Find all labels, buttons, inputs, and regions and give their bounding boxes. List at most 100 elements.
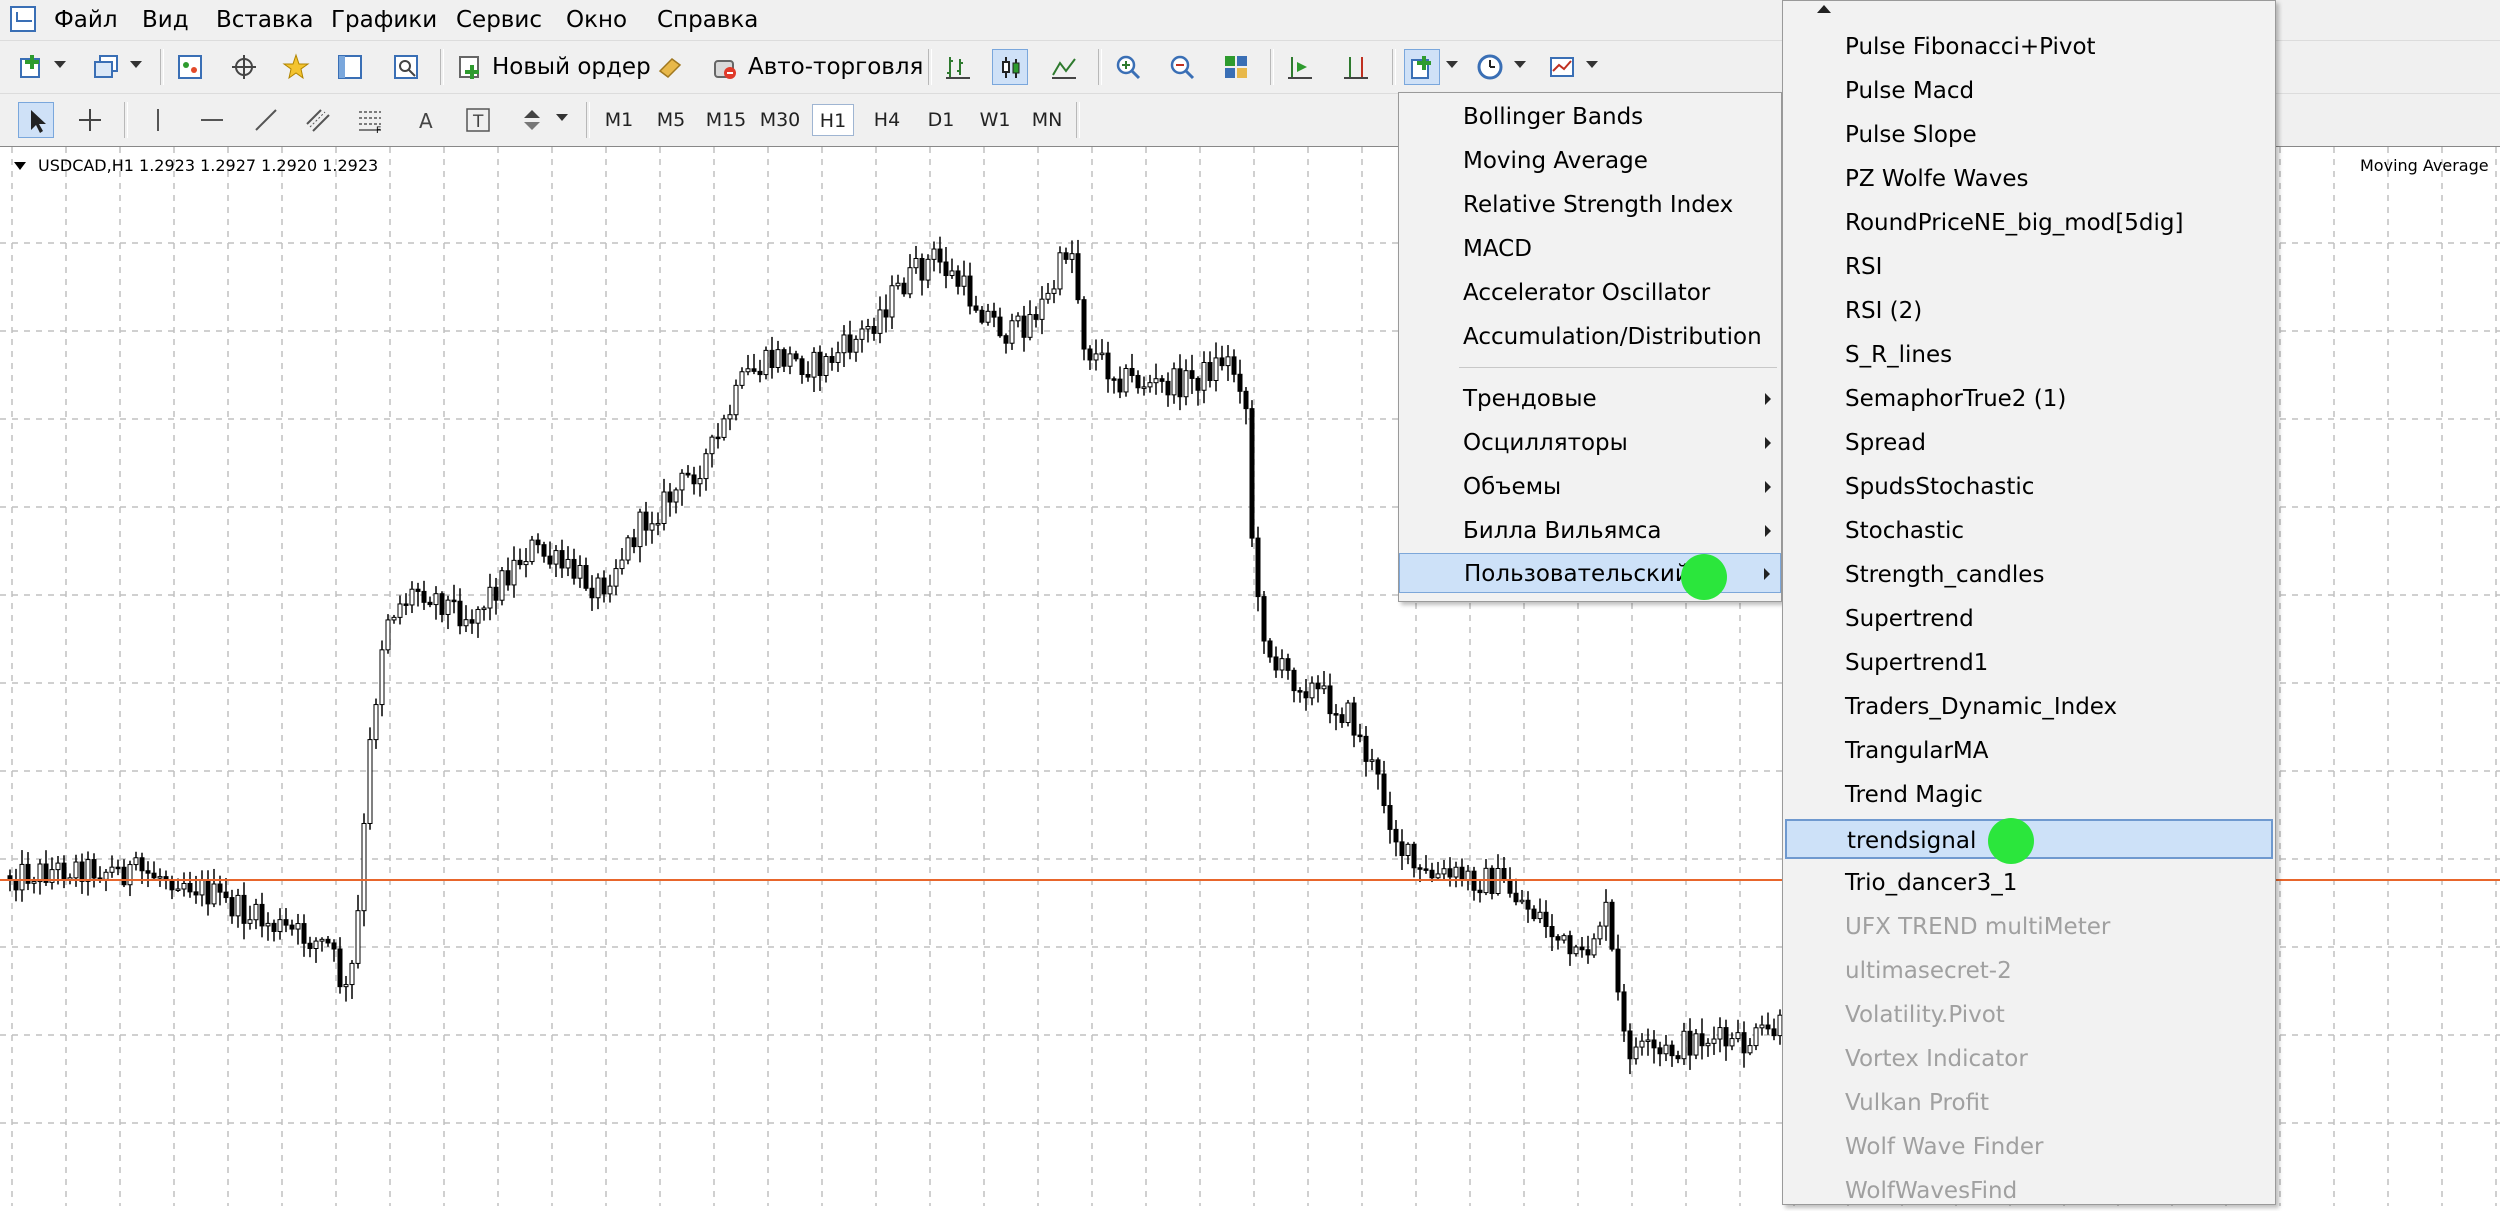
custom-indicator-item[interactable]: Supertrend — [1785, 599, 2273, 639]
custom-indicator-item[interactable]: RSI — [1785, 247, 2273, 287]
trend-line-button[interactable] — [248, 102, 284, 138]
category-bill-williams[interactable]: Билла Вильямса — [1399, 511, 1781, 551]
timeframe-mn[interactable]: MN — [1024, 104, 1070, 136]
custom-indicator-item[interactable]: RoundPriceNE_big_mod[5dig] — [1785, 203, 2273, 243]
candle-body — [133, 857, 139, 866]
timeframe-w1[interactable]: W1 — [974, 104, 1016, 136]
new-order-label[interactable]: Новый ордер — [492, 51, 651, 83]
equidistant-channel-button[interactable] — [300, 102, 336, 138]
indicator-accelerator-oscillator[interactable]: Accelerator Oscillator — [1399, 273, 1781, 313]
auto-trading-label[interactable]: Авто-торговля — [748, 51, 923, 83]
menu-file[interactable]: Файл — [50, 4, 122, 36]
custom-indicator-item[interactable]: Traders_Dynamic_Index — [1785, 687, 2273, 727]
cursor-button[interactable] — [18, 102, 54, 138]
custom-indicator-item[interactable]: ultimasecret-2 — [1785, 951, 2273, 991]
horizontal-line-button[interactable] — [194, 102, 230, 138]
category-oscillators[interactable]: Осцилляторы — [1399, 423, 1781, 463]
custom-indicator-item[interactable]: Vortex Indicator — [1785, 1039, 2273, 1079]
custom-indicator-item[interactable]: S_R_lines — [1785, 335, 2273, 375]
scroll-up-arrow-icon[interactable] — [1783, 1, 2275, 23]
menu-tools[interactable]: Сервис — [452, 4, 546, 36]
custom-indicator-item[interactable]: Trio_dancer3_1 — [1785, 863, 2273, 903]
auto-trading-button[interactable] — [706, 49, 742, 85]
templates-button[interactable] — [1544, 49, 1580, 85]
custom-indicator-item[interactable]: Wolf Wave Finder — [1785, 1127, 2273, 1167]
periods-button[interactable] — [1472, 49, 1508, 85]
app-chart-icon[interactable] — [10, 6, 36, 32]
text-button[interactable]: A — [408, 102, 444, 138]
category-volumes[interactable]: Объемы — [1399, 467, 1781, 507]
menu-window[interactable]: Окно — [562, 4, 631, 36]
fibonacci-button[interactable]: F — [352, 102, 388, 138]
zoom-out-icon — [1170, 55, 1195, 80]
chart-shift-button[interactable] — [1338, 49, 1374, 85]
new-order-button[interactable] — [452, 49, 488, 85]
indicator-rsi[interactable]: Relative Strength Index — [1399, 185, 1781, 225]
indicator-accumulation-distribution[interactable]: Accumulation/Distribution — [1399, 317, 1781, 357]
data-window-button[interactable] — [226, 49, 262, 85]
navigator-button[interactable] — [278, 49, 314, 85]
timeframe-h1[interactable]: H1 — [812, 104, 854, 136]
custom-indicator-item[interactable]: Trend Magic — [1785, 775, 2273, 815]
custom-indicator-item[interactable]: RSI (2) — [1785, 291, 2273, 331]
custom-indicator-item[interactable]: SpudsStochastic — [1785, 467, 2273, 507]
arrows-dropdown-icon[interactable] — [556, 114, 568, 121]
custom-indicator-item[interactable]: Vulkan Profit — [1785, 1083, 2273, 1123]
candle-body — [1057, 252, 1063, 290]
custom-indicator-item[interactable]: Pulse Slope — [1785, 115, 2273, 155]
templates-dropdown-icon[interactable] — [1586, 61, 1598, 68]
line-chart-button[interactable] — [1046, 49, 1082, 85]
indicator-moving-average[interactable]: Moving Average — [1399, 141, 1781, 181]
chart-collapse-arrow-icon[interactable] — [14, 162, 26, 170]
tile-windows-button[interactable] — [1218, 49, 1254, 85]
indicator-macd[interactable]: MACD — [1399, 229, 1781, 269]
indicators-button[interactable] — [1404, 49, 1440, 85]
new-chart-dropdown-icon[interactable] — [54, 61, 66, 68]
candle-body — [709, 436, 715, 455]
timeframe-m1[interactable]: M1 — [598, 104, 640, 136]
text-label-button[interactable]: T — [460, 102, 496, 138]
menu-view[interactable]: Вид — [138, 4, 193, 36]
custom-indicator-item[interactable]: Pulse Fibonacci+Pivot — [1785, 27, 2273, 67]
category-trend[interactable]: Трендовые — [1399, 379, 1781, 419]
meta-editor-button[interactable] — [652, 49, 688, 85]
candlestick-chart-button[interactable] — [992, 49, 1028, 85]
profiles-dropdown-icon[interactable] — [130, 61, 142, 68]
bar-chart-button[interactable] — [940, 49, 976, 85]
zoom-out-button[interactable] — [1164, 49, 1200, 85]
indicator-bollinger-bands[interactable]: Bollinger Bands — [1399, 97, 1781, 137]
timeframe-d1[interactable]: D1 — [920, 104, 962, 136]
custom-indicator-item[interactable]: Volatility.Pivot — [1785, 995, 2273, 1035]
custom-indicator-item[interactable]: PZ Wolfe Waves — [1785, 159, 2273, 199]
timeframe-m30[interactable]: M30 — [754, 104, 806, 136]
candle-body — [1651, 1039, 1657, 1049]
custom-indicator-item[interactable]: SemaphorTrue2 (1) — [1785, 379, 2273, 419]
crosshair-button[interactable] — [72, 102, 108, 138]
custom-indicator-item[interactable]: Stochastic — [1785, 511, 2273, 551]
timeframe-m15[interactable]: M15 — [700, 104, 752, 136]
zoom-in-button[interactable] — [1110, 49, 1146, 85]
strategy-tester-button[interactable] — [388, 49, 424, 85]
menu-help[interactable]: Справка — [653, 4, 762, 36]
custom-indicator-item[interactable]: WolfWavesFind — [1785, 1171, 2273, 1211]
terminal-button[interactable] — [332, 49, 368, 85]
menu-charts[interactable]: Графики — [327, 4, 441, 36]
custom-indicator-item[interactable]: UFX TREND multiMeter — [1785, 907, 2273, 947]
custom-indicator-item[interactable]: Strength_candles — [1785, 555, 2273, 595]
arrows-button[interactable] — [514, 102, 550, 138]
menu-insert[interactable]: Вставка — [212, 4, 317, 36]
custom-indicator-item[interactable]: Pulse Macd — [1785, 71, 2273, 111]
auto-scroll-button[interactable] — [1282, 49, 1318, 85]
custom-indicator-item[interactable]: Supertrend1 — [1785, 643, 2273, 683]
candle-body — [811, 351, 817, 378]
indicators-dropdown-icon[interactable] — [1446, 61, 1458, 68]
custom-indicator-item[interactable]: TrangularMA — [1785, 731, 2273, 771]
market-watch-button[interactable] — [172, 49, 208, 85]
new-chart-button[interactable] — [14, 49, 50, 85]
profiles-button[interactable] — [88, 49, 124, 85]
timeframe-m5[interactable]: M5 — [650, 104, 692, 136]
periods-dropdown-icon[interactable] — [1514, 61, 1526, 68]
vertical-line-button[interactable] — [140, 102, 176, 138]
custom-indicator-item[interactable]: Spread — [1785, 423, 2273, 463]
timeframe-h4[interactable]: H4 — [866, 104, 908, 136]
